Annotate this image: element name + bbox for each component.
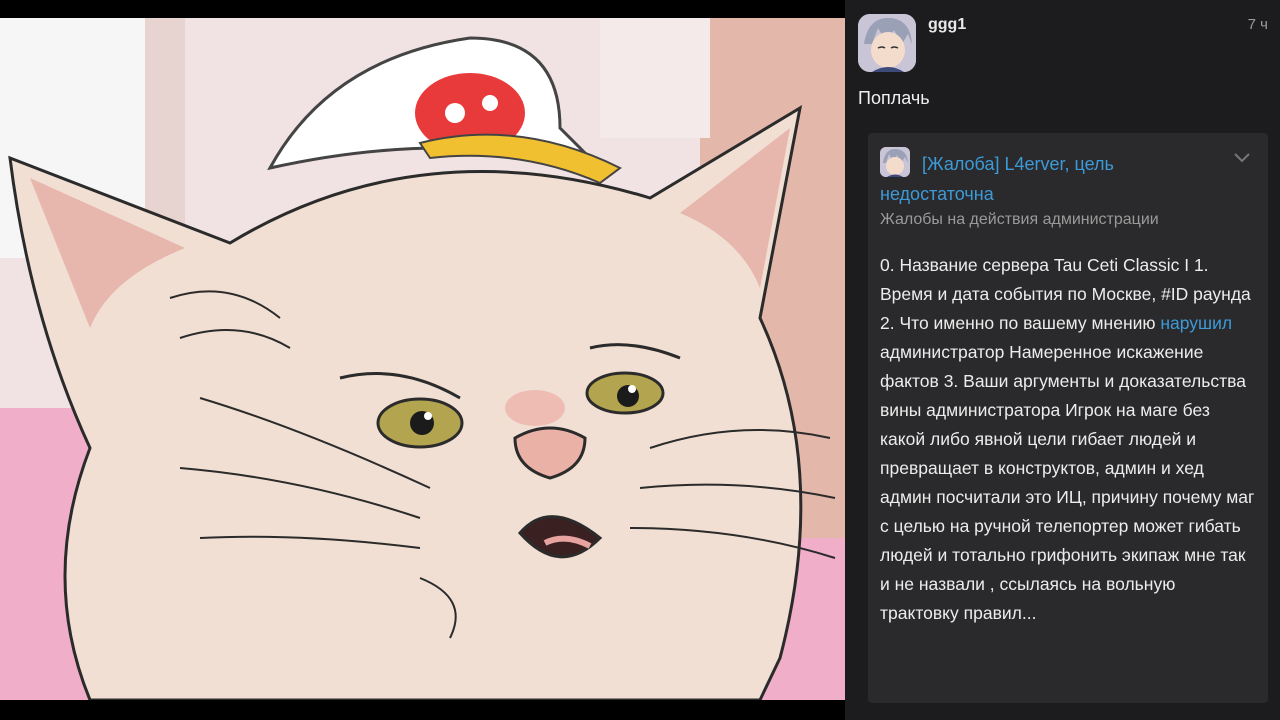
post-timestamp: 7 ч: [1247, 16, 1268, 33]
comment-text: Поплачь: [858, 88, 930, 108]
body-link[interactable]: нарушил: [1160, 313, 1232, 333]
quoted-post-card[interactable]: [Жалоба] L4erver, цель недостаточна Жало…: [868, 133, 1268, 703]
body-text-after: администратор Намеренное искажение факто…: [880, 342, 1255, 623]
quoted-post-body: 0. Название сервера Tau Ceti Classic I 1…: [880, 251, 1255, 628]
video-frame: [0, 0, 845, 720]
chevron-down-icon[interactable]: [1232, 151, 1252, 170]
user-avatar-icon[interactable]: [858, 14, 916, 72]
post-username[interactable]: ggg1: [928, 16, 966, 34]
quoted-post-title[interactable]: [Жалоба] L4erver, цель недостаточна: [880, 149, 1210, 209]
quoted-post-category: Жалобы на действия администрации: [880, 211, 1159, 228]
cat-meme-image: [0, 18, 845, 700]
